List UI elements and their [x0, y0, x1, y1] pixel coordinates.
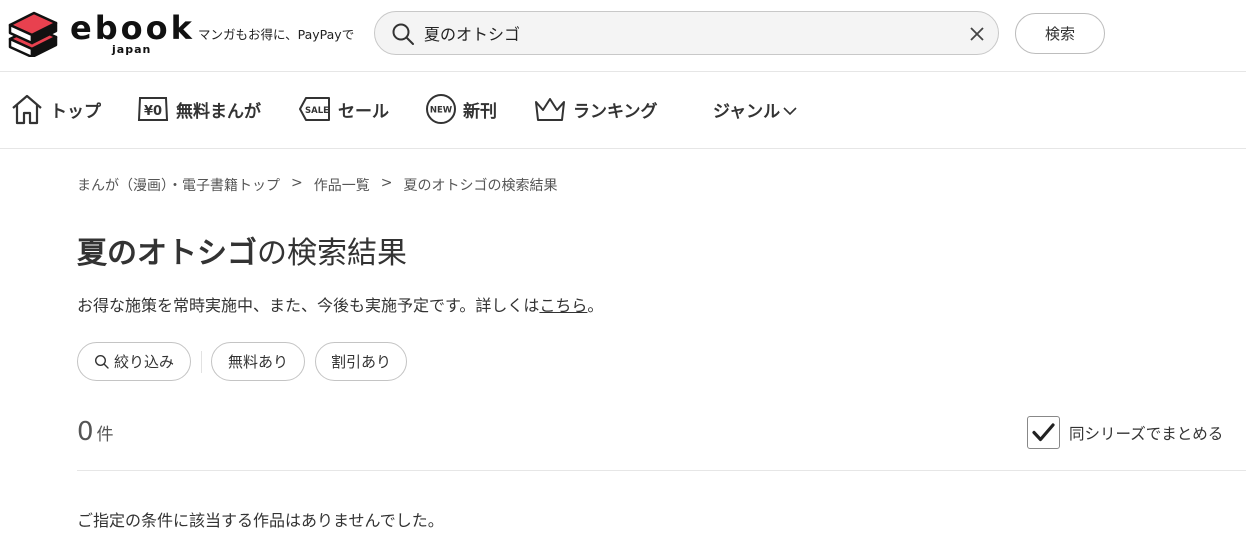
nav-label-free-manga: 無料まんが — [176, 101, 261, 122]
book-stack-icon — [8, 11, 58, 57]
new-badge-text: NEW — [430, 106, 453, 116]
nav-label-top: トップ — [50, 101, 101, 122]
search-icon — [94, 354, 109, 369]
nav-label-sale: セール — [338, 101, 389, 122]
sale-tag-icon: SALE — [299, 97, 330, 121]
nav-item-top[interactable]: トップ — [10, 91, 101, 127]
search-box — [374, 11, 999, 55]
discount-filter-chip[interactable]: 割引あり — [315, 342, 407, 381]
checkmark-icon — [1032, 423, 1055, 442]
free-filter-chip[interactable]: 無料あり — [211, 342, 305, 381]
site-header: ebook japan マンガもお得に、PayPayで 検索 — [0, 0, 1246, 72]
page-title: 夏のオトシゴの検索結果 — [77, 228, 407, 272]
home-icon — [12, 94, 42, 125]
group-series-checkbox[interactable] — [1027, 416, 1060, 449]
yen-zero-text: ¥0 — [144, 104, 162, 119]
sale-tag-text: SALE — [305, 106, 329, 116]
filter-divider — [201, 351, 202, 373]
nav-label-new: 新刊 — [463, 101, 497, 122]
breadcrumb-item-home[interactable]: まんが（漫画）・電子書籍トップ — [77, 175, 280, 195]
nav-item-new[interactable]: NEW 新刊 — [425, 91, 497, 127]
close-icon[interactable] — [967, 24, 987, 44]
title-suffix: の検索結果 — [257, 236, 407, 271]
result-count: 0件 — [77, 417, 114, 447]
group-series-label[interactable]: 同シリーズでまとめる — [1069, 422, 1223, 444]
crown-icon — [535, 98, 565, 121]
notice-text: お得な施策を常時実施中、また、今後も実施予定です。詳しくは — [77, 296, 540, 315]
logo-subtext: japan — [112, 43, 152, 56]
nav-item-sale[interactable]: SALE セール — [298, 91, 389, 127]
search-icon[interactable] — [391, 22, 415, 46]
search-button[interactable]: 検索 — [1015, 13, 1105, 54]
main-nav: トップ ¥0 無料まんが SALE セール NEW 新刊 ランキング ジャンル — [0, 73, 1246, 149]
narrow-filter-label: 絞り込み — [113, 353, 174, 371]
nav-item-free-manga[interactable]: ¥0 無料まんが — [136, 91, 261, 127]
breadcrumb: まんが（漫画）・電子書籍トップ > 作品一覧 > 夏のオトシゴの検索結果 — [77, 175, 557, 195]
breadcrumb-item-list[interactable]: 作品一覧 — [314, 175, 370, 195]
ebook-japan-logo[interactable]: ebook japan — [8, 9, 192, 59]
result-count-number: 0 — [77, 417, 94, 447]
nav-item-genre[interactable]: ジャンル — [707, 91, 798, 127]
result-count-unit: 件 — [96, 425, 114, 445]
breadcrumb-separator: > — [291, 175, 303, 191]
nav-label-genre: ジャンル — [713, 101, 781, 122]
nav-item-ranking[interactable]: ランキング — [533, 91, 658, 127]
nav-label-ranking: ランキング — [573, 101, 658, 122]
notice-link[interactable]: こちら — [539, 296, 587, 315]
header-tagline: マンガもお得に、PayPayで — [198, 27, 355, 42]
search-keyword: 夏のオトシゴ — [77, 236, 257, 271]
logo-wordmark: ebook — [70, 9, 195, 47]
empty-results-message: ご指定の条件に該当する作品はありませんでした。 — [77, 511, 444, 530]
breadcrumb-separator: > — [380, 175, 393, 191]
new-badge-icon: NEW — [426, 94, 456, 124]
promo-notice: お得な施策を常時実施中、また、今後も実施予定です。詳しくはこちら。 — [77, 292, 603, 316]
results-divider — [77, 470, 1246, 471]
chevron-down-icon — [783, 107, 797, 116]
narrow-filter-button[interactable]: 絞り込み — [77, 342, 191, 381]
notice-end: 。 — [587, 296, 604, 315]
yen-zero-icon: ¥0 — [137, 97, 169, 121]
breadcrumb-item-current: 夏のオトシゴの検索結果 — [403, 178, 558, 194]
search-input[interactable] — [424, 20, 944, 46]
